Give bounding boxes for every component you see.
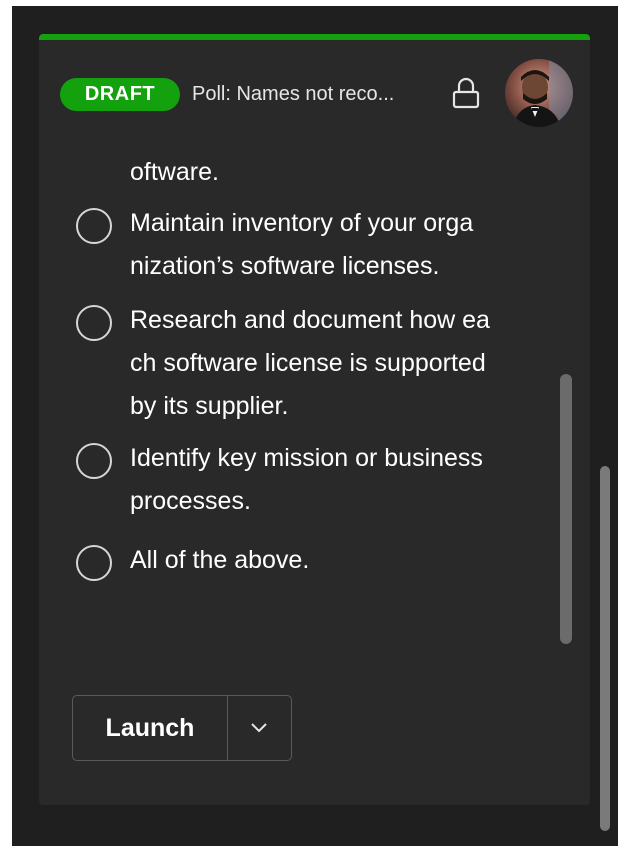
card-header: DRAFT Poll: Names not reco... xyxy=(60,59,574,127)
poll-title[interactable]: Poll: Names not reco... xyxy=(192,78,438,111)
option-label: Maintain inventory of your orga nization… xyxy=(130,209,474,280)
page-scrollbar[interactable] xyxy=(600,466,610,831)
radio-button[interactable] xyxy=(76,305,112,341)
poll-card: DRAFT Poll: Names not reco... oftware. M… xyxy=(39,34,590,805)
radio-button[interactable] xyxy=(76,208,112,244)
radio-button[interactable] xyxy=(76,545,112,581)
lock-icon xyxy=(450,76,482,112)
app-viewport: DRAFT Poll: Names not reco... oftware. M… xyxy=(12,6,618,846)
option-label: All of the above. xyxy=(130,546,310,574)
user-avatar[interactable] xyxy=(505,59,573,127)
radio-button[interactable] xyxy=(76,443,112,479)
launch-button[interactable]: Launch xyxy=(73,696,227,760)
launch-split-button: Launch xyxy=(72,695,292,761)
launch-dropdown-button[interactable] xyxy=(228,696,291,760)
option-label: Research and document how ea ch software… xyxy=(130,306,490,420)
card-accent-bar xyxy=(39,34,590,40)
draft-badge: DRAFT xyxy=(60,78,180,111)
option-label: Identify key mission or business process… xyxy=(130,444,483,515)
partial-option-text: oftware. xyxy=(130,158,219,186)
poll-options-list: oftware. Maintain inventory of your orga… xyxy=(39,146,590,646)
options-scrollbar[interactable] xyxy=(560,374,572,644)
chevron-down-icon xyxy=(251,723,267,733)
